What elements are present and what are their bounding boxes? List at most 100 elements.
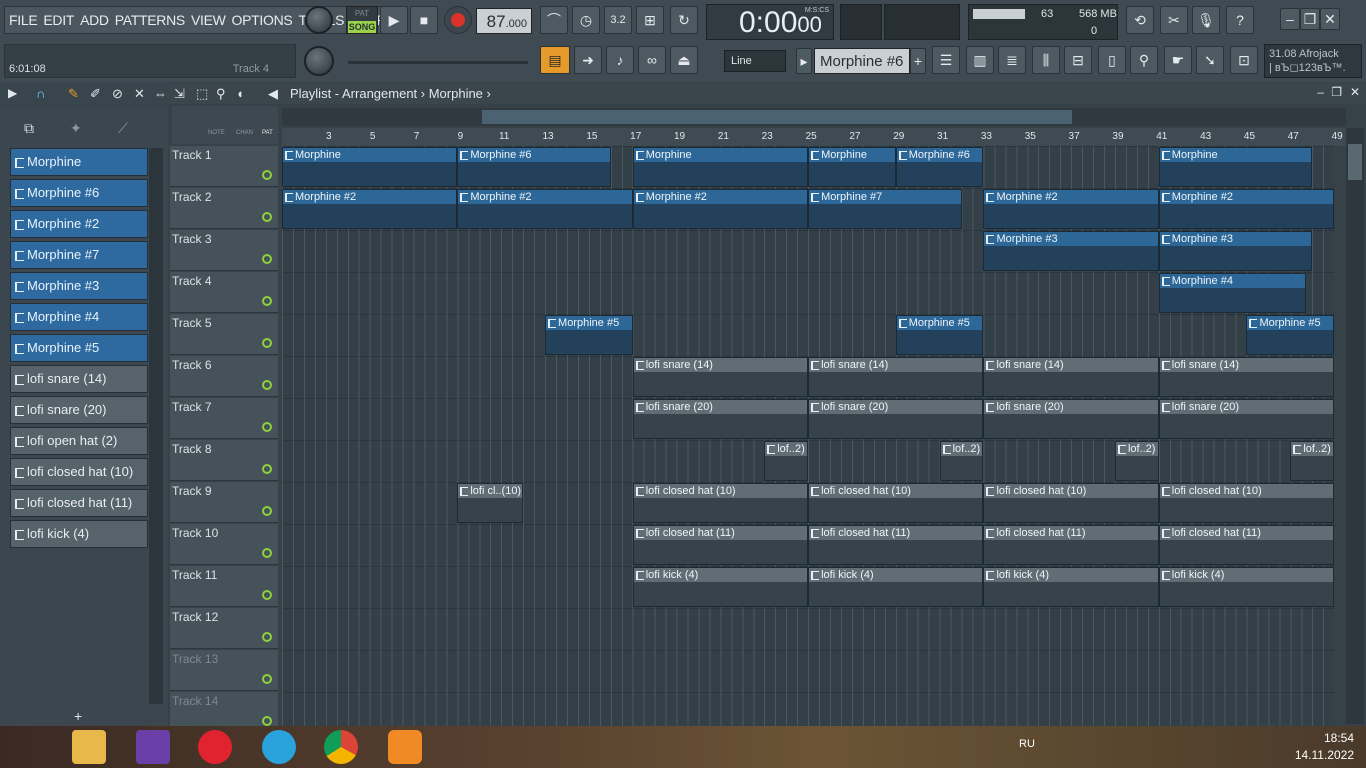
playlist-clip[interactable]: Morphine xyxy=(808,147,896,187)
playlist-clip[interactable]: lofi kick (4) xyxy=(808,567,984,607)
snap-selector[interactable]: Line xyxy=(724,50,786,72)
browser-menu-arrow[interactable]: ▶ xyxy=(8,86,28,102)
countdown-icon[interactable]: 3.2 xyxy=(604,6,632,34)
track-header[interactable]: Track 11 xyxy=(170,566,278,607)
track-enable-toggle[interactable] xyxy=(262,170,272,180)
chrome-icon[interactable] xyxy=(324,730,358,764)
speaker-icon[interactable]: ◀ xyxy=(268,86,278,102)
metronome-icon[interactable]: ⌒ xyxy=(540,6,568,34)
pattern-item[interactable]: Morphine #6 xyxy=(10,179,148,207)
pattern-item[interactable]: Morphine #5 xyxy=(10,334,148,362)
master-pitch-knob[interactable] xyxy=(304,46,334,76)
scroll-thumb[interactable] xyxy=(482,110,1072,124)
help-icon[interactable]: ? xyxy=(1226,6,1254,34)
touch-icon[interactable]: ☛ xyxy=(1164,46,1192,74)
stop-button[interactable]: ■ xyxy=(410,6,438,34)
mic-icon[interactable]: 🎙 xyxy=(1192,6,1220,34)
track-enable-toggle[interactable] xyxy=(262,464,272,474)
playlist-clip[interactable]: lofi closed hat (11) xyxy=(983,525,1159,565)
track-header[interactable]: Track 2 xyxy=(170,188,278,229)
track-enable-toggle[interactable] xyxy=(262,716,272,726)
track-header[interactable]: Track 4 xyxy=(170,272,278,313)
minimize-button[interactable]: – xyxy=(1280,8,1300,30)
playlist-clip[interactable]: Morphine xyxy=(632,147,809,187)
magnet-icon[interactable]: ∩ xyxy=(36,86,52,102)
track-enable-toggle[interactable] xyxy=(262,338,272,348)
opera-icon[interactable] xyxy=(198,730,232,764)
slice-icon[interactable]: ⇲ xyxy=(174,86,185,102)
fl-studio-icon[interactable] xyxy=(388,730,422,764)
track-header[interactable]: Track 5 xyxy=(170,314,278,355)
menu-item-view[interactable]: VIEW xyxy=(191,12,226,28)
menu-item-options[interactable]: OPTIONS xyxy=(232,12,293,28)
telegram-icon[interactable] xyxy=(262,730,296,764)
playlist-clip[interactable]: Morphine #6 xyxy=(895,147,984,187)
horizontal-scrollbar[interactable] xyxy=(282,108,1346,126)
track-header[interactable]: Track 1 xyxy=(170,146,278,187)
pattern-item[interactable]: lofi kick (4) xyxy=(10,520,148,548)
playlist-clip[interactable]: Morphine #3 xyxy=(983,231,1159,271)
playlist-clip[interactable]: lof..2) xyxy=(1114,441,1159,481)
playlist-clip[interactable]: Morphine #2 xyxy=(282,189,458,229)
brush-icon[interactable]: ♪ xyxy=(606,46,634,74)
playlist-icon[interactable]: ▤ xyxy=(540,46,570,74)
track-enable-toggle[interactable] xyxy=(262,590,272,600)
playlist-clip[interactable]: Morphine #2 xyxy=(632,189,809,229)
pattern-item[interactable]: lofi closed hat (11) xyxy=(10,489,148,517)
pl-restore-button[interactable]: ❐ xyxy=(1331,85,1342,99)
playlist-clip[interactable]: lofi cl..(10) xyxy=(457,483,524,523)
track-header[interactable]: Track 8 xyxy=(170,440,278,481)
cut-icon[interactable]: ✂ xyxy=(1160,6,1188,34)
restore-button[interactable]: ❐ xyxy=(1300,8,1320,30)
render-icon[interactable]: ➘ xyxy=(1196,46,1224,74)
loop-record-icon[interactable]: ↻ xyxy=(670,6,698,34)
playlist-clip[interactable]: lofi closed hat (10) xyxy=(983,483,1159,523)
track-enable-toggle[interactable] xyxy=(262,254,272,264)
pl-minimize-button[interactable]: – xyxy=(1317,85,1324,99)
playlist-clip[interactable]: Morphine #5 xyxy=(545,315,633,355)
track-header[interactable]: Track 10 xyxy=(170,524,278,565)
track-enable-toggle[interactable] xyxy=(262,296,272,306)
playlist-clip[interactable]: lofi snare (20) xyxy=(1158,399,1334,439)
playlist-clip[interactable]: lofi snare (20) xyxy=(808,399,984,439)
playlist-clip[interactable]: Morphine #6 xyxy=(457,147,611,187)
playlist-clip[interactable]: Morphine #5 xyxy=(895,315,984,355)
add-track-button[interactable]: + xyxy=(74,708,82,724)
pattern-selector[interactable]: Morphine #6 xyxy=(814,48,910,74)
faders-icon[interactable]: ⫼ xyxy=(1032,46,1060,74)
track-enable-toggle[interactable] xyxy=(262,422,272,432)
playlist-clip[interactable]: Morphine #2 xyxy=(983,189,1159,229)
track-header[interactable]: Track 9 xyxy=(170,482,278,523)
slip-icon[interactable]: ⇔ xyxy=(154,86,167,101)
browser-scrollbar[interactable] xyxy=(149,148,163,704)
track-header[interactable]: Track 7 xyxy=(170,398,278,439)
track-header[interactable]: Track 3 xyxy=(170,230,278,271)
record-button[interactable] xyxy=(444,6,472,34)
patterns-tab-icon[interactable]: ⧉ xyxy=(24,120,34,137)
playlist-clip[interactable]: Morphine #7 xyxy=(808,189,962,229)
step-edit-icon[interactable]: ⊞ xyxy=(636,6,664,34)
clock[interactable]: 18:54 14.11.2022 xyxy=(1295,730,1354,764)
menu-item-patterns[interactable]: PATTERNS xyxy=(115,12,186,28)
news-panel[interactable]: 31.08 Afrojack | вЪ◻123вЪ™. xyxy=(1264,44,1362,78)
undo-icon[interactable]: ⟲ xyxy=(1126,6,1154,34)
tempo-display[interactable]: 87.000 xyxy=(476,8,532,34)
zoom-icon[interactable]: ⚲ xyxy=(216,86,226,102)
stamp-icon[interactable]: ⏏ xyxy=(670,46,698,74)
playback-icon[interactable]: ◖ xyxy=(236,86,244,101)
menu-item-add[interactable]: ADD xyxy=(80,12,109,28)
playlist-clip[interactable]: lofi closed hat (11) xyxy=(1158,525,1334,565)
pattern-item[interactable]: Morphine xyxy=(10,148,148,176)
playlist-clip[interactable]: lofi snare (20) xyxy=(632,399,809,439)
playlist-clip[interactable]: lofi closed hat (11) xyxy=(808,525,984,565)
pattern-item[interactable]: lofi open hat (2) xyxy=(10,427,148,455)
track-enable-toggle[interactable] xyxy=(262,506,272,516)
vscroll-thumb[interactable] xyxy=(1348,144,1362,180)
playlist-clip[interactable]: Morphine #5 xyxy=(1246,315,1334,355)
track-enable-toggle[interactable] xyxy=(262,380,272,390)
pl-close-button[interactable]: ✕ xyxy=(1350,85,1360,99)
track-enable-toggle[interactable] xyxy=(262,548,272,558)
track-enable-toggle[interactable] xyxy=(262,674,272,684)
piano-roll-icon[interactable]: ▥ xyxy=(966,46,994,74)
playlist-clip[interactable]: lofi snare (14) xyxy=(1158,357,1334,397)
